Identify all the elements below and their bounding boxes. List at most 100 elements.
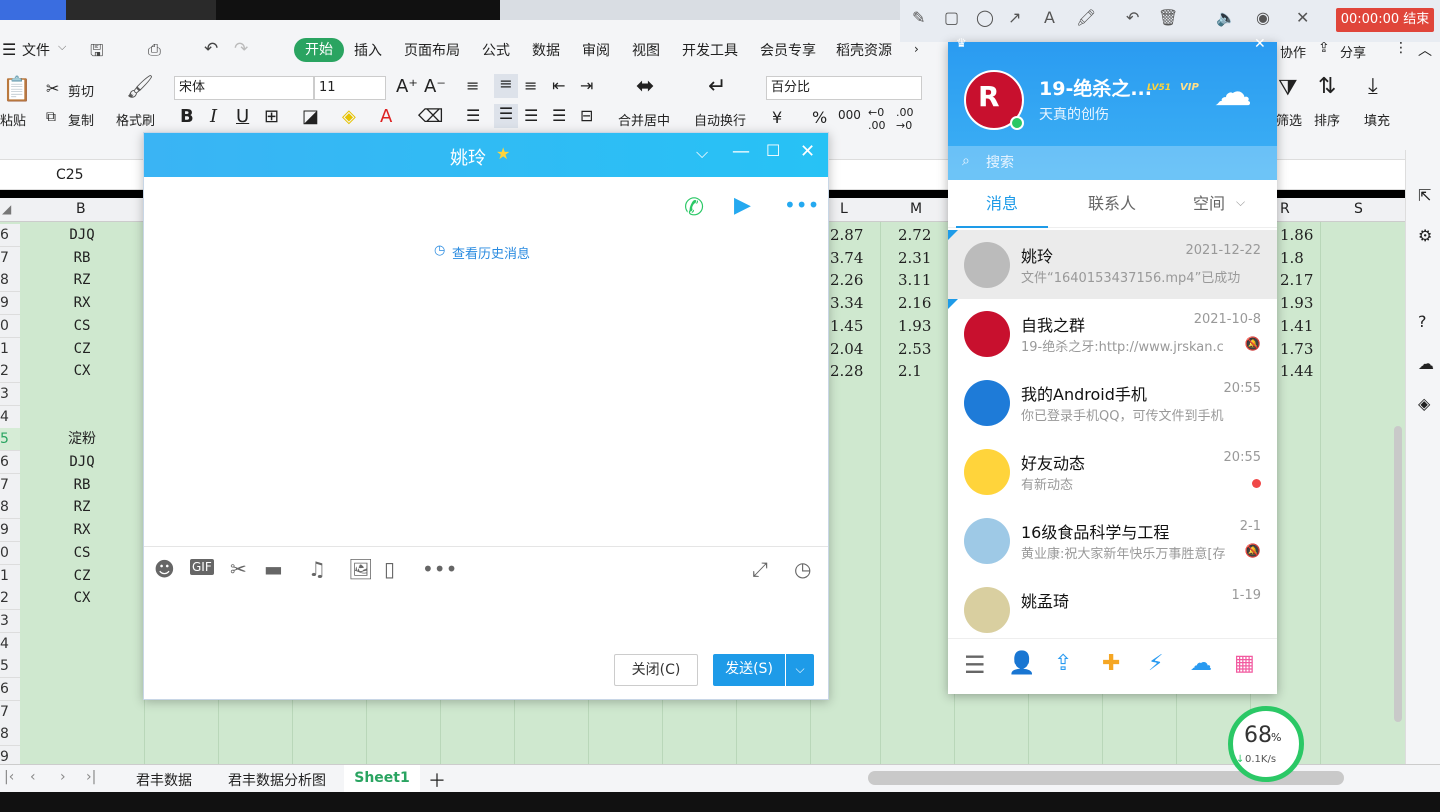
network-speed-widget[interactable]: 68 % ↓ 0.1K/s bbox=[1228, 706, 1304, 782]
sort-icon[interactable]: ⇅ bbox=[1318, 74, 1336, 99]
cell-m[interactable]: 2.16 bbox=[898, 292, 931, 315]
justify-icon[interactable]: ☰ bbox=[552, 106, 566, 125]
cell-b[interactable]: DJQ bbox=[20, 451, 144, 474]
format-painter-label[interactable]: 格式刷 bbox=[116, 110, 155, 129]
chat-titlebar[interactable]: 姚玲 ★ ⌵ — ☐ ✕ bbox=[144, 133, 828, 177]
record-stop-button[interactable]: 00:00:00 结束 bbox=[1336, 8, 1434, 32]
arrow-icon[interactable]: ↗ bbox=[1008, 8, 1021, 27]
nickname[interactable]: 19-绝杀之... bbox=[1039, 74, 1152, 101]
wrap-text-label[interactable]: 自动换行 bbox=[694, 110, 746, 129]
row-header[interactable]: 4 bbox=[0, 405, 20, 429]
cell-m[interactable]: 1.93 bbox=[898, 315, 931, 338]
sheet-tab[interactable]: 君丰数据 bbox=[136, 770, 192, 790]
more-icon[interactable]: ••• bbox=[784, 193, 819, 217]
cut-label[interactable]: 剪切 bbox=[68, 81, 94, 100]
cell-r[interactable]: 1.73 bbox=[1280, 338, 1313, 361]
tab-space[interactable]: 空间 bbox=[1174, 180, 1244, 228]
menu-page-layout[interactable]: 页面布局 bbox=[404, 40, 460, 62]
browser-tab[interactable] bbox=[66, 0, 216, 20]
menu-data[interactable]: 数据 bbox=[532, 40, 560, 62]
avatar[interactable] bbox=[964, 587, 1010, 633]
contact-item[interactable]: 自我之群 2021-10-8 19-绝杀之牙:http://www.jrskan.c… bbox=[948, 299, 1277, 368]
row-header[interactable]: 0 bbox=[0, 314, 20, 338]
menu-home[interactable]: 开始 bbox=[294, 38, 344, 62]
vertical-scrollbar[interactable] bbox=[1394, 426, 1402, 722]
more-menu-icon[interactable]: › bbox=[914, 42, 919, 56]
cell-b[interactable]: CS bbox=[20, 542, 144, 565]
row-header[interactable]: 7 bbox=[0, 246, 20, 270]
row-header[interactable]: 4 bbox=[0, 632, 20, 656]
last-sheet-icon[interactable]: ›| bbox=[86, 769, 96, 785]
send-options-chevron-icon[interactable]: ⌵ bbox=[786, 654, 814, 686]
video-call-icon[interactable]: ▶ bbox=[734, 193, 751, 218]
thousand-sep-icon[interactable]: 000 bbox=[838, 108, 861, 122]
cell-b[interactable] bbox=[20, 701, 144, 724]
fill-label[interactable]: 填充 bbox=[1364, 110, 1390, 129]
close-drawing-icon[interactable]: ✕ bbox=[1296, 8, 1309, 27]
qq-search-input[interactable]: 搜索 bbox=[948, 146, 1277, 180]
menu-insert[interactable]: 插入 bbox=[354, 40, 382, 62]
undo-drawing-icon[interactable]: ↶ bbox=[1126, 8, 1139, 27]
send-button[interactable]: 发送(S) bbox=[713, 654, 785, 686]
weather-cloud-icon[interactable]: ☁ bbox=[1214, 70, 1252, 114]
cell-b[interactable]: CZ bbox=[20, 565, 144, 588]
help-icon[interactable]: ? bbox=[1418, 312, 1427, 331]
emoji-icon[interactable]: ☻ bbox=[154, 557, 175, 581]
cell-b[interactable]: RZ bbox=[20, 496, 144, 519]
sheet-tab-active[interactable]: Sheet1 bbox=[344, 765, 420, 792]
cell-m[interactable]: 2.53 bbox=[898, 338, 931, 361]
collapse-ribbon-icon[interactable]: ︿ bbox=[1418, 40, 1432, 60]
cell-r[interactable]: 1.44 bbox=[1280, 360, 1313, 383]
browser-tab[interactable] bbox=[500, 0, 900, 20]
cell-b[interactable]: CZ bbox=[20, 338, 144, 361]
col-header-r[interactable]: R bbox=[1280, 201, 1290, 217]
tab-contacts[interactable]: 联系人 bbox=[1066, 180, 1158, 228]
select-icon[interactable]: ⇱ bbox=[1418, 186, 1431, 205]
highlight-icon[interactable]: ◈ bbox=[342, 106, 356, 127]
avatar[interactable] bbox=[964, 449, 1010, 495]
row-header[interactable]: 5 bbox=[0, 428, 20, 452]
cell-r[interactable]: 1.8 bbox=[1280, 247, 1304, 270]
image-icon[interactable]: 🖼 bbox=[348, 557, 373, 581]
menu-view[interactable]: 视图 bbox=[632, 40, 660, 62]
percent-icon[interactable]: % bbox=[812, 108, 827, 127]
copy-label[interactable]: 复制 bbox=[68, 110, 94, 129]
highlighter-icon[interactable]: 🖍 bbox=[1076, 8, 1096, 27]
cell-l[interactable]: 2.87 bbox=[830, 224, 863, 247]
row-header[interactable]: 5 bbox=[0, 655, 20, 679]
avatar[interactable] bbox=[964, 380, 1010, 426]
cell-m[interactable]: 2.72 bbox=[898, 224, 931, 247]
more-tools-icon[interactable]: ••• bbox=[422, 557, 457, 581]
cell-r[interactable]: 1.41 bbox=[1280, 315, 1313, 338]
sort-label[interactable]: 排序 bbox=[1314, 110, 1340, 129]
eraser-icon[interactable]: ⌫ bbox=[418, 106, 443, 127]
font-name-select[interactable]: 宋体 bbox=[174, 76, 314, 100]
fill-color-icon[interactable]: ◪ bbox=[302, 106, 319, 127]
font-shrink-icon[interactable]: A⁻ bbox=[424, 76, 446, 97]
cloud-icon[interactable]: ☁ bbox=[1190, 651, 1216, 677]
signature[interactable]: 天真的创伤 bbox=[1039, 104, 1109, 124]
row-header[interactable]: 8 bbox=[0, 723, 20, 747]
contact-item[interactable]: 好友动态 20:55 有新动态 bbox=[948, 437, 1277, 506]
cell-b[interactable]: 淀粉 bbox=[20, 428, 144, 451]
cell-b[interactable]: RB bbox=[20, 474, 144, 497]
cell-r[interactable]: 1.93 bbox=[1280, 292, 1313, 315]
print-icon[interactable]: ⎙ bbox=[148, 40, 161, 60]
cell-l[interactable]: 2.26 bbox=[830, 269, 863, 292]
level-badge[interactable]: LV51 bbox=[1147, 83, 1171, 93]
add-sheet-icon[interactable]: ＋ bbox=[428, 767, 446, 793]
maximize-icon[interactable]: ☐ bbox=[766, 141, 780, 160]
row-header[interactable]: 2 bbox=[0, 587, 20, 611]
redo-icon[interactable]: ↷ bbox=[234, 39, 248, 59]
rectangle-icon[interactable]: ▢ bbox=[944, 8, 959, 27]
music-icon[interactable]: ♫ bbox=[308, 557, 326, 581]
clock-icon[interactable]: ◷ bbox=[434, 243, 445, 258]
col-header-s[interactable]: S bbox=[1354, 201, 1363, 217]
merge-center-label[interactable]: 合并居中 bbox=[618, 110, 670, 129]
menu-developer[interactable]: 开发工具 bbox=[682, 40, 738, 62]
align-center-icon[interactable]: ☰ bbox=[494, 104, 518, 128]
row-header[interactable]: 2 bbox=[0, 360, 20, 384]
cell-l[interactable]: 1.45 bbox=[830, 315, 863, 338]
row-header[interactable]: 3 bbox=[0, 382, 20, 406]
align-right-icon[interactable]: ☰ bbox=[524, 106, 538, 125]
